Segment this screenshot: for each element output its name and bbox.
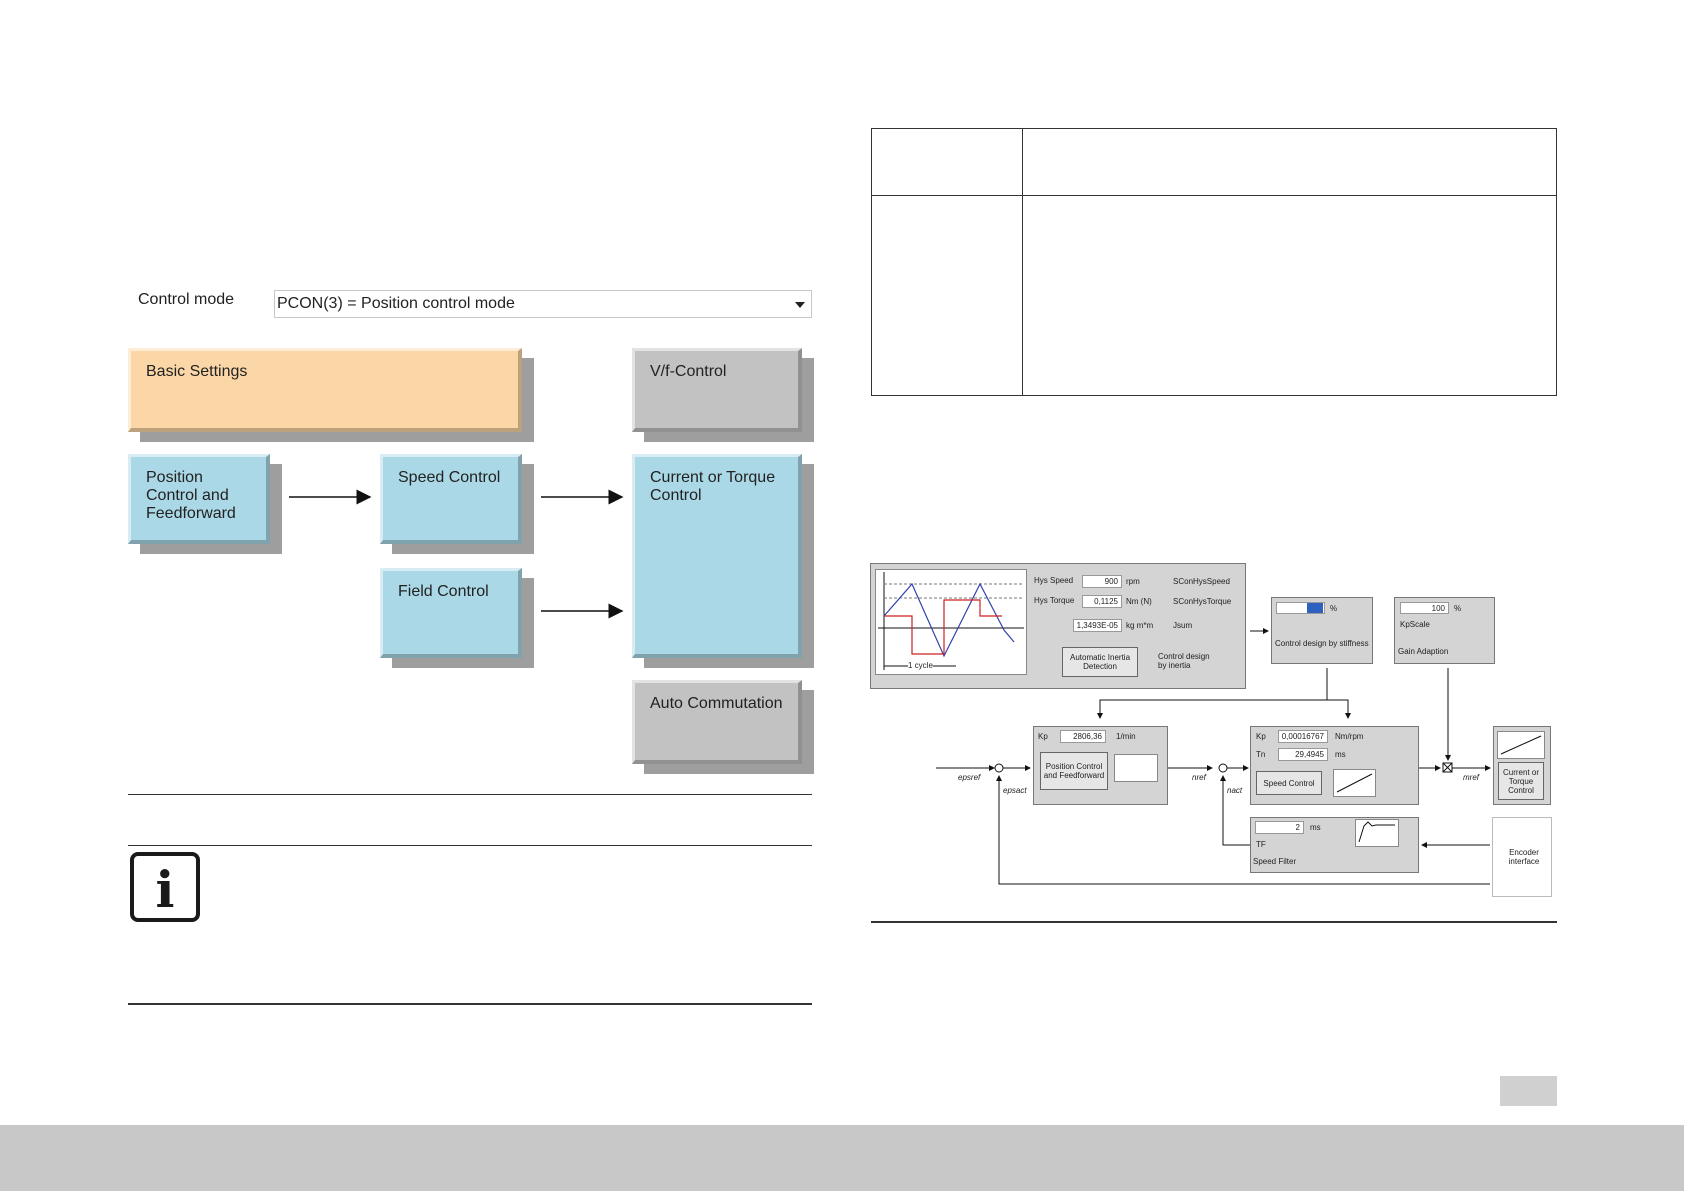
hys-torque-input[interactable]: 0,1125 [1082, 595, 1122, 608]
control-design-inertia-label: Control design by inertia [1158, 652, 1210, 670]
hysteresis-plot [878, 572, 1024, 670]
auto-inertia-button[interactable]: Automatic Inertia Detection [1062, 647, 1138, 677]
encoder-label: Encoder interface [1508, 848, 1540, 866]
spd-tn-label: Tn [1256, 750, 1266, 759]
divider [128, 1003, 812, 1005]
tf-unit: ms [1310, 823, 1321, 832]
tf-input[interactable]: 2 [1255, 821, 1304, 834]
sig-epsref: epsref [958, 773, 981, 782]
hysteresis-graph: 1 cycle [875, 569, 1027, 675]
divider [128, 845, 812, 846]
hys-speed-unit: rpm [1126, 577, 1140, 586]
sig-nref: nref [1192, 773, 1206, 782]
pos-kp-input[interactable]: 2806,36 [1060, 730, 1106, 743]
spd-tn-unit: ms [1335, 750, 1346, 759]
spd-kp-unit: Nm/rpm [1335, 732, 1364, 741]
gain-adaption-label: Gain Adaption [1398, 647, 1449, 656]
current-control-button[interactable]: Current or Torque Control [1498, 762, 1544, 800]
sig-nact: nact [1227, 786, 1243, 795]
kpscale-unit: % [1454, 604, 1462, 613]
pos-kp-unit: 1/min [1116, 732, 1136, 741]
hys-torque-label: Hys Torque [1034, 596, 1075, 605]
pos-kp-label: Kp [1038, 732, 1048, 741]
tf-label: TF [1256, 840, 1266, 849]
footer-bar [0, 1125, 1684, 1191]
stiffness-selection [1307, 603, 1323, 613]
current-mini-plot [1497, 731, 1545, 759]
speed-control-button[interactable]: Speed Control [1256, 771, 1322, 795]
cycle-label: 1 cycle [908, 661, 933, 670]
position-mini-plot [1114, 754, 1158, 782]
control-loop-diagram: 1 cycle Hys Speed 900 rpm SConHysSpeed H… [870, 562, 1558, 902]
stiffness-unit: % [1330, 604, 1338, 613]
jsum-input[interactable]: 1,3493E-05 [1073, 619, 1122, 632]
divider [128, 794, 812, 795]
divider [871, 921, 1557, 923]
sig-epsact: epsact [1003, 786, 1027, 795]
hys-speed-label: Hys Speed [1034, 576, 1074, 585]
sig-mref: mref [1463, 773, 1479, 782]
speed-filter-label: Speed Filter [1253, 857, 1297, 866]
hys-speed-param: SConHysSpeed [1173, 577, 1230, 586]
page-number-box [1500, 1076, 1557, 1106]
jsum-unit: kg m*m [1126, 621, 1154, 630]
jsum-param: Jsum [1173, 621, 1193, 630]
kpscale-input[interactable]: 100 [1400, 602, 1449, 614]
speed-mini-plot [1333, 769, 1376, 797]
hys-torque-unit: Nm (N) [1126, 597, 1152, 606]
spd-kp-label: Kp [1256, 732, 1266, 741]
block-arrows [289, 489, 624, 619]
info-icon: i [130, 852, 200, 922]
hys-torque-param: SConHysTorque [1173, 597, 1232, 606]
stiffness-label: Control design by stiffness [1275, 639, 1369, 648]
filter-mini-plot [1355, 819, 1399, 847]
spd-tn-input[interactable]: 29,4945 [1278, 748, 1328, 761]
parameter-table [871, 128, 1557, 396]
spd-kp-input[interactable]: 0,00016767 [1278, 730, 1328, 743]
kpscale-label: KpScale [1400, 620, 1430, 629]
position-control-button[interactable]: Position Control and Feedforward [1040, 752, 1108, 790]
hys-speed-input[interactable]: 900 [1082, 575, 1122, 588]
